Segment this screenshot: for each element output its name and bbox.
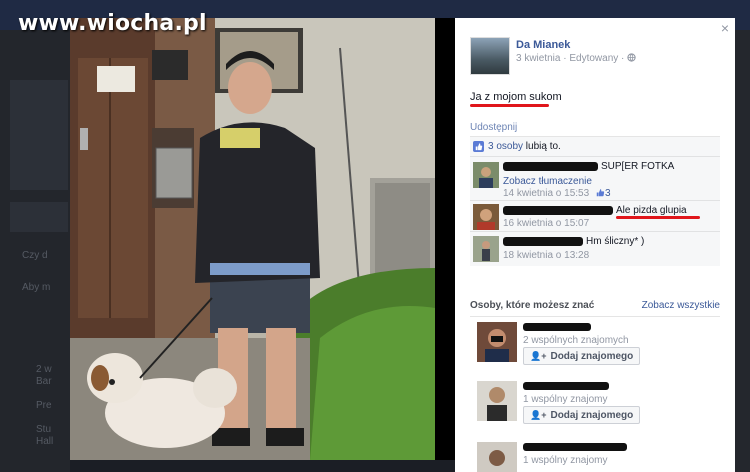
- person-name-redacted[interactable]: [523, 382, 609, 390]
- add-friend-button[interactable]: 👤+ Dodaj znajomego: [523, 347, 641, 365]
- suggested-person: 2 wspólnych znajomych 👤+ Dodaj znajomego: [477, 322, 717, 368]
- likes-suffix: lubią to.: [523, 141, 561, 152]
- mutual-friends-count[interactable]: 1 wspólny znajomy: [523, 394, 607, 405]
- commenter-avatar[interactable]: [473, 162, 499, 188]
- site-watermark: www.wiocha.pl: [18, 11, 207, 36]
- comment-text: Ale pizda glupia: [616, 205, 687, 216]
- comments-section: 3 osoby lubią to. SUP[ER FOTKA Zobacz tł…: [470, 136, 720, 266]
- post-photo[interactable]: [70, 18, 435, 460]
- comment-text: Hm śliczny* ): [586, 236, 645, 247]
- person-avatar[interactable]: [477, 442, 517, 472]
- thumbs-up-icon: [473, 141, 484, 152]
- background-text: Aby m: [22, 282, 51, 293]
- comment-time[interactable]: 14 kwietnia o 15:53: [503, 188, 589, 199]
- globe-icon[interactable]: [627, 53, 636, 62]
- comment-item: Hm śliczny* ) 18 kwietnia o 13:28: [470, 232, 720, 266]
- photo-image: [70, 18, 435, 460]
- comment-item: Ale pizda glupia 16 kwietnia o 15:07: [470, 201, 720, 232]
- post-author: Da Mianek 3 kwietnia · Edytowany ·: [470, 37, 720, 77]
- commenter-avatar[interactable]: [473, 204, 499, 230]
- background-text: Hall: [36, 436, 54, 447]
- post-date[interactable]: 3 kwietnia · Edytowany ·: [516, 53, 624, 64]
- suggested-person: 1 wspólny znajomy: [477, 442, 717, 472]
- comment-time[interactable]: 16 kwietnia o 15:07: [503, 218, 589, 229]
- comment-text: SUP[ER FOTKA: [601, 161, 675, 172]
- add-friend-button[interactable]: 👤+ Dodaj znajomego: [523, 406, 641, 424]
- background-block: [10, 202, 68, 232]
- commenter-name-redacted[interactable]: [503, 206, 613, 215]
- divider: [470, 316, 720, 317]
- background-block: [10, 80, 68, 190]
- comment-like-count[interactable]: 3: [605, 188, 611, 199]
- comment-item: SUP[ER FOTKA Zobacz tłumaczenie 14 kwiet…: [470, 157, 720, 201]
- background-text: 2 w: [36, 364, 52, 375]
- red-underline: [616, 216, 700, 219]
- photo-viewer[interactable]: [70, 18, 455, 460]
- people-you-may-know-header: Osoby, które możesz znać Zobacz wszystki…: [470, 300, 720, 314]
- thumbs-up-icon: [596, 189, 605, 197]
- post-meta: 3 kwietnia · Edytowany ·: [516, 53, 636, 64]
- author-name[interactable]: Da Mianek: [516, 39, 570, 51]
- post-details-panel: × Da Mianek 3 kwietnia · Edytowany · Ja …: [455, 18, 735, 472]
- commenter-name-redacted[interactable]: [503, 237, 583, 246]
- see-all-link[interactable]: Zobacz wszystkie: [642, 300, 720, 311]
- mutual-friends-count[interactable]: 2 wspólnych znajomych: [523, 335, 629, 346]
- add-friend-icon: 👤+: [530, 350, 547, 361]
- add-friend-label: Dodaj znajomego: [550, 409, 634, 421]
- comment-meta: 14 kwietnia o 15:53 3: [503, 188, 611, 199]
- close-icon[interactable]: ×: [721, 20, 729, 36]
- background-text: Czy d: [22, 250, 48, 261]
- people-you-may-know-title: Osoby, które możesz znać: [470, 300, 595, 311]
- background-text: Stu: [36, 424, 52, 435]
- commenter-avatar[interactable]: [473, 236, 499, 262]
- likes-count-link[interactable]: 3 osoby: [488, 141, 523, 152]
- commenter-name-redacted[interactable]: [503, 162, 598, 171]
- author-avatar[interactable]: [470, 37, 510, 75]
- right-column: [735, 30, 750, 472]
- add-friend-icon: 👤+: [530, 409, 547, 420]
- post-caption: Ja z mojom sukom: [470, 91, 562, 103]
- background-text: Bar: [36, 376, 52, 387]
- mutual-friends-count[interactable]: 1 wspólny znajomy: [523, 455, 607, 466]
- see-translation-link[interactable]: Zobacz tłumaczenie: [503, 176, 592, 187]
- background-text: Pre: [36, 400, 52, 411]
- person-avatar[interactable]: [477, 322, 517, 362]
- person-name-redacted[interactable]: [523, 323, 591, 331]
- red-underline: [470, 104, 549, 107]
- person-name-redacted[interactable]: [523, 443, 627, 451]
- comment-time[interactable]: 18 kwietnia o 13:28: [503, 250, 589, 261]
- suggested-person: 1 wspólny znajomy 👤+ Dodaj znajomego: [477, 381, 717, 427]
- add-friend-label: Dodaj znajomego: [550, 350, 634, 362]
- likes-summary: 3 osoby lubią to.: [470, 137, 720, 157]
- person-avatar[interactable]: [477, 381, 517, 421]
- likes-text: 3 osoby lubią to.: [488, 141, 561, 152]
- share-link[interactable]: Udostępnij: [470, 122, 517, 133]
